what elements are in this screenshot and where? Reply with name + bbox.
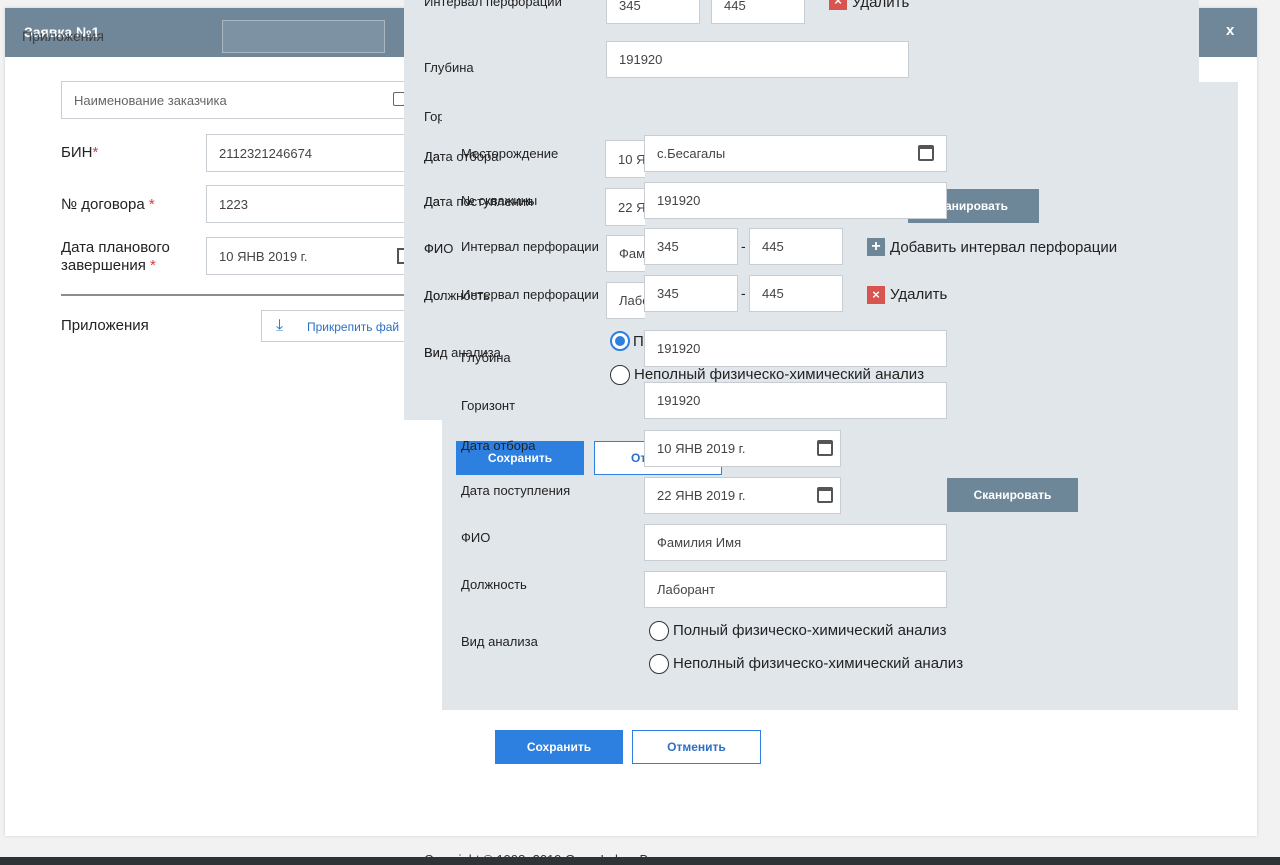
customer-name-input[interactable]: Наименование заказчика — [61, 81, 411, 119]
well-input[interactable]: 191920 — [644, 182, 947, 219]
fio-label: ФИО — [461, 530, 491, 545]
planned-date-label: Дата планового завершения * — [61, 239, 170, 274]
back-position-input-ghost: Лабо — [606, 282, 645, 319]
back-radio-partial-label-ghost: Неполный физическо-химический анализ — [634, 366, 925, 383]
footer-copyright: Copyright © 1998–2019 Geno Labs . Все пр… — [424, 853, 771, 861]
back-depth-input[interactable]: 191920 — [606, 41, 909, 78]
modal-title-ghost: Приложения — [22, 28, 104, 44]
interval1-dash: - — [741, 238, 746, 254]
back-interval-to[interactable]: 445 — [711, 0, 805, 24]
back-panel-top-row: Интервал перфорации — [424, 0, 562, 9]
add-interval-link[interactable]: Добавить интервал перфорации — [890, 239, 1117, 256]
back-delete-label[interactable]: Удалить — [852, 0, 909, 11]
interval2-from[interactable]: 345 — [644, 275, 738, 312]
interval1-label: Интервал перфорации — [461, 239, 599, 254]
interval1-to[interactable]: 445 — [749, 228, 843, 265]
delete-icon[interactable]: × — [867, 286, 885, 304]
delete-interval-link[interactable]: Удалить — [890, 286, 947, 303]
bin-label: БИН* — [61, 144, 99, 161]
back-receipt-date-input-ghost: 22 Я — [605, 188, 645, 226]
scan-button[interactable]: Сканировать — [947, 478, 1078, 512]
back-delete-icon[interactable]: × — [829, 0, 847, 10]
depth-input[interactable]: 191920 — [644, 330, 947, 367]
radio-partial-analysis[interactable] — [649, 654, 669, 674]
back-depth-label: Глубина — [424, 60, 474, 75]
download-icon: ⤓ — [276, 317, 284, 334]
save-button[interactable]: Сохранить — [495, 730, 623, 764]
back-radio-full-label-ghost: П — [633, 333, 644, 350]
divider — [61, 294, 411, 296]
back-fio-label-ghost: ФИО — [424, 241, 454, 256]
back-fio-input-ghost: Фам — [606, 235, 645, 272]
radio-full-analysis-label: Полный физическо-химический анализ — [673, 622, 947, 639]
receipt-date-label: Дата поступления — [461, 483, 571, 498]
radio-full-analysis[interactable] — [649, 621, 669, 641]
calendar-icon[interactable] — [817, 440, 833, 456]
plus-icon[interactable]: + — [867, 238, 885, 256]
back-radio-partial-ghost — [610, 365, 630, 385]
horizon-label: Горизонт — [461, 398, 516, 413]
interval2-dash: - — [741, 285, 746, 301]
field-input[interactable]: с.Бесагалы — [644, 135, 947, 172]
interval2-label: Интервал перфорации — [461, 287, 599, 302]
contract-label: № договора * — [61, 196, 155, 213]
receipt-date-input[interactable]: 22 ЯНВ 2019 г. — [644, 477, 841, 514]
analysis-label: Вид анализа — [461, 634, 538, 649]
back-radio-full-ghost — [610, 331, 630, 351]
position-label: Должность — [461, 577, 527, 592]
back-sample-date-input-ghost: 10 Я — [605, 140, 645, 178]
position-input[interactable]: Лаборант — [644, 571, 947, 608]
interval1-from[interactable]: 345 — [644, 228, 738, 265]
bin-input[interactable]: 2112321246674 — [206, 134, 411, 172]
back-interval-from[interactable]: 345 — [606, 0, 700, 24]
close-button[interactable]: x — [1226, 22, 1234, 39]
calendar-icon[interactable] — [817, 487, 833, 503]
calendar-icon[interactable] — [918, 145, 934, 161]
attachments-label: Приложения — [61, 317, 149, 334]
contract-input[interactable]: 1223 — [206, 185, 411, 223]
fio-input[interactable]: Фамилия Имя — [644, 524, 947, 561]
attach-file-button[interactable]: ⤓ Прикрепить фай — [261, 310, 411, 342]
attach-file-label: Прикрепить фай — [307, 320, 400, 334]
sample-date-label: Дата отбора — [461, 438, 536, 453]
depth-label: Глубина — [461, 350, 511, 365]
cancel-button[interactable]: Отменить — [632, 730, 761, 764]
sample-date-input[interactable]: 10 ЯНВ 2019 г. — [644, 430, 841, 467]
well-label: № скважины — [461, 193, 538, 208]
field-label: Месторождение — [461, 146, 559, 161]
header-search-box[interactable] — [222, 20, 385, 53]
interval2-to[interactable]: 445 — [749, 275, 843, 312]
horizon-input[interactable]: 191920 — [644, 382, 947, 419]
planned-date-input[interactable]: 10 ЯНВ 2019 г. — [206, 237, 411, 275]
radio-partial-analysis-label: Неполный физическо-химический анализ — [673, 655, 964, 672]
